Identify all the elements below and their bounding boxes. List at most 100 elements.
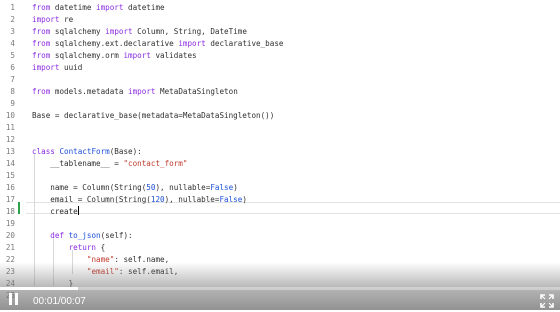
- code-token: import: [32, 15, 60, 24]
- code-token: models.metadata: [50, 87, 129, 96]
- code-line[interactable]: 7: [0, 74, 560, 86]
- line-number: 14: [5, 159, 15, 168]
- code-text: Base = declarative_base(metadata=MetaDat…: [32, 110, 274, 122]
- line-number: 11: [5, 123, 15, 132]
- code-text: from datetime import datetime: [32, 2, 165, 14]
- code-line[interactable]: 13 class ContactForm(Base):: [0, 146, 560, 158]
- code-token: from: [32, 87, 51, 96]
- code-token: import: [105, 27, 133, 36]
- line-number: 21: [5, 243, 15, 252]
- code-token: ), nullable=: [164, 195, 220, 204]
- code-line[interactable]: 10 Base = declarative_base(metadata=MetaD…: [0, 110, 560, 122]
- pause-icon: [15, 293, 18, 305]
- code-token: from: [32, 51, 51, 60]
- fullscreen-button[interactable]: [540, 293, 554, 308]
- line-number: 9: [10, 99, 15, 108]
- line-number: 2: [10, 15, 15, 24]
- code-token: def: [50, 231, 65, 240]
- code-token: from: [32, 27, 51, 36]
- line-number: 13: [5, 147, 15, 156]
- code-text: email = Column(String(120), nullable=Fal…: [32, 194, 247, 206]
- code-token: class: [32, 147, 55, 156]
- code-token: False: [210, 183, 234, 192]
- code-text: from sqlalchemy.ext.declarative import d…: [32, 38, 283, 50]
- code-token: declarative_base: [205, 39, 284, 48]
- line-number: 12: [5, 135, 15, 144]
- line-number: 7: [10, 75, 15, 84]
- code-text: import uuid: [32, 62, 82, 74]
- code-text: __tablename__ = "contact_form": [32, 158, 187, 170]
- code-token: sqlalchemy.orm: [50, 51, 124, 60]
- line-number: 1: [10, 3, 15, 12]
- code-token: from: [32, 3, 51, 12]
- code-token: 120: [150, 195, 165, 204]
- code-line[interactable]: 11: [0, 122, 560, 134]
- fullscreen-icon: [540, 294, 554, 308]
- code-line[interactable]: 8 from models.metadata import MetaDataSin…: [0, 86, 560, 98]
- code-token: datetime: [50, 3, 97, 12]
- line-number: 19: [5, 219, 15, 228]
- code-token: email = Column(String(: [32, 195, 151, 204]
- code-token: MetaDataSingleton: [155, 87, 238, 96]
- code-line[interactable]: 9: [0, 98, 560, 110]
- code-token: Base = declarative_base(metadata=MetaDat…: [32, 111, 275, 120]
- code-text: def to_json(self):: [32, 230, 132, 242]
- line-number: 3: [10, 27, 15, 36]
- pause-icon: [9, 293, 12, 305]
- line-number: 6: [10, 63, 15, 72]
- line-number: 18: [5, 207, 15, 216]
- code-line[interactable]: 14 __tablename__ = "contact_form": [0, 158, 560, 170]
- code-token: to_json: [68, 231, 101, 240]
- code-line[interactable]: 17 email = Column(String(120), nullable=…: [0, 194, 560, 206]
- code-token: datetime: [123, 3, 165, 12]
- code-line[interactable]: 18 create: [0, 206, 560, 218]
- code-token: import: [128, 87, 156, 96]
- code-token: ContactForm: [59, 147, 110, 156]
- code-line[interactable]: 20 def to_json(self):: [0, 230, 560, 242]
- code-token: validates: [150, 51, 197, 60]
- video-time-display: 00:01/00:07: [33, 296, 86, 307]
- code-text: return {: [32, 242, 106, 254]
- code-line[interactable]: 5 from sqlalchemy.orm import validates: [0, 50, 560, 62]
- line-number: 5: [10, 51, 15, 60]
- code-text: class ContactForm(Base):: [32, 146, 142, 158]
- line-number: 15: [5, 171, 15, 180]
- code-token: create: [32, 207, 78, 216]
- code-token: ): [233, 183, 238, 192]
- text-caret: [77, 206, 79, 215]
- code-line[interactable]: 12: [0, 134, 560, 146]
- line-number: 17: [5, 195, 15, 204]
- pause-button[interactable]: [8, 292, 20, 306]
- code-text: import re: [32, 14, 73, 26]
- code-line[interactable]: 19: [0, 218, 560, 230]
- code-token: uuid: [59, 63, 83, 72]
- code-line[interactable]: 3 from sqlalchemy import Column, String, …: [0, 26, 560, 38]
- code-text: from sqlalchemy.orm import validates: [32, 50, 197, 62]
- code-text: create: [32, 206, 79, 218]
- code-line[interactable]: 16 name = Column(String(50), nullable=Fa…: [0, 182, 560, 194]
- line-number: 4: [10, 39, 15, 48]
- code-token: sqlalchemy: [50, 27, 106, 36]
- code-token: return: [68, 243, 97, 252]
- code-token: name = Column(String(: [32, 183, 147, 192]
- line-number: 16: [5, 183, 15, 192]
- code-token: (Base):: [109, 147, 142, 156]
- code-line[interactable]: 21 return {: [0, 242, 560, 254]
- code-line[interactable]: 2 import re: [0, 14, 560, 26]
- code-line[interactable]: 6 import uuid: [0, 62, 560, 74]
- video-progress-bar[interactable]: [0, 287, 560, 290]
- code-token: ), nullable=: [155, 183, 211, 192]
- code-token: import: [178, 39, 206, 48]
- code-token: {: [96, 243, 106, 252]
- code-token: import: [32, 63, 60, 72]
- code-token: __tablename__ =: [32, 159, 124, 168]
- line-number: 20: [5, 231, 15, 240]
- code-line[interactable]: 15: [0, 170, 560, 182]
- code-line[interactable]: 4 from sqlalchemy.ext.declarative import …: [0, 38, 560, 50]
- code-token: Column, String, DateTime: [132, 27, 247, 36]
- code-line[interactable]: 1 from datetime import datetime: [0, 2, 560, 14]
- code-token: import: [96, 3, 124, 12]
- code-token: "contact_form": [123, 159, 188, 168]
